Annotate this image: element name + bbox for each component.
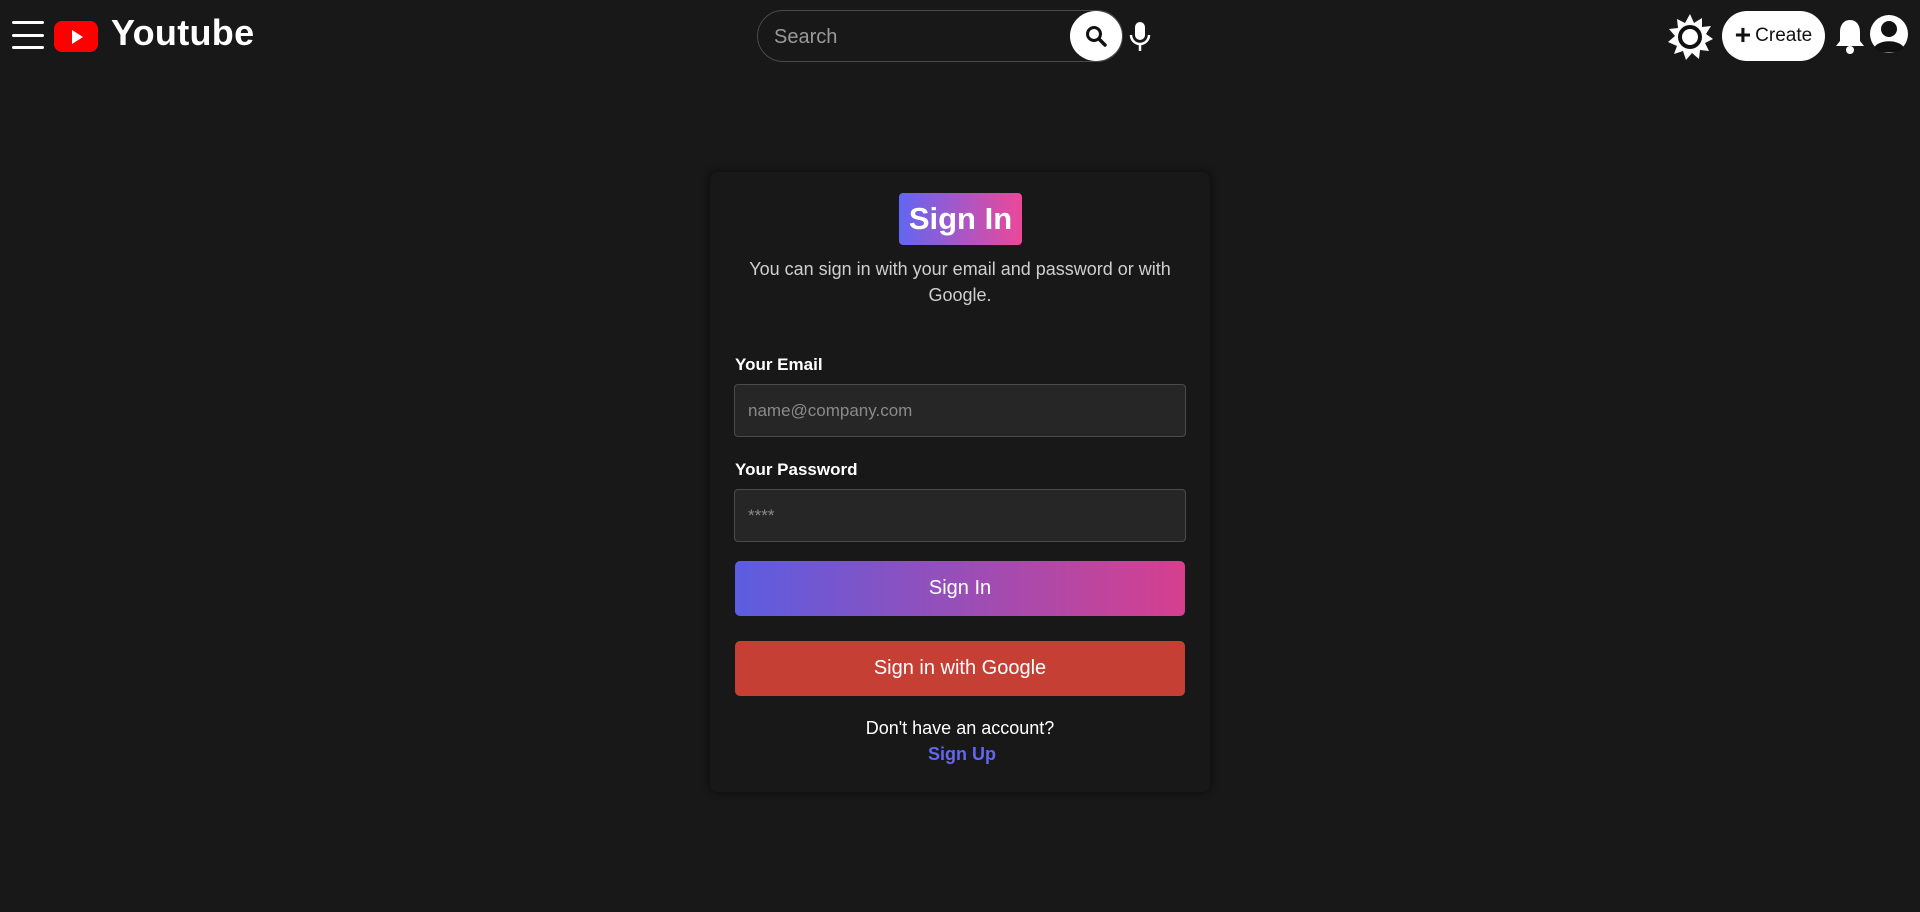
search-icon: [1086, 26, 1107, 47]
create-button[interactable]: + Create: [1722, 11, 1825, 61]
signin-title: Sign In: [899, 193, 1022, 245]
theme-toggle-button[interactable]: [1666, 13, 1714, 61]
password-field[interactable]: [734, 489, 1186, 542]
search-bar: [757, 10, 1123, 62]
notifications-button[interactable]: [1834, 17, 1866, 55]
email-field[interactable]: [734, 384, 1186, 437]
signup-link[interactable]: Sign Up: [710, 744, 1214, 765]
bell-icon: [1836, 20, 1864, 54]
hamburger-menu-icon[interactable]: [12, 21, 44, 49]
microphone-icon: [1129, 22, 1151, 51]
signin-card: Sign In You can sign in with your email …: [710, 172, 1210, 792]
top-navigation-bar: Youtube + Create: [0, 0, 1920, 72]
user-icon: [1870, 15, 1908, 53]
create-label: Create: [1755, 25, 1813, 46]
password-label: Your Password: [735, 460, 858, 479]
voice-search-button[interactable]: [1128, 20, 1152, 54]
signin-button[interactable]: Sign In: [735, 561, 1185, 616]
logo-text[interactable]: Youtube: [111, 12, 254, 54]
signin-subtitle: You can sign in with your email and pass…: [749, 259, 1171, 305]
search-input[interactable]: [774, 23, 1074, 51]
account-button[interactable]: [1869, 14, 1909, 56]
email-label: Your Email: [735, 355, 823, 374]
youtube-play-icon[interactable]: [54, 21, 98, 52]
no-account-text: Don't have an account?: [865, 718, 1055, 738]
search-button[interactable]: [1070, 11, 1122, 61]
google-signin-button[interactable]: Sign in with Google: [735, 641, 1185, 696]
sun-icon: [1668, 14, 1713, 60]
plus-icon: +: [1734, 19, 1752, 50]
